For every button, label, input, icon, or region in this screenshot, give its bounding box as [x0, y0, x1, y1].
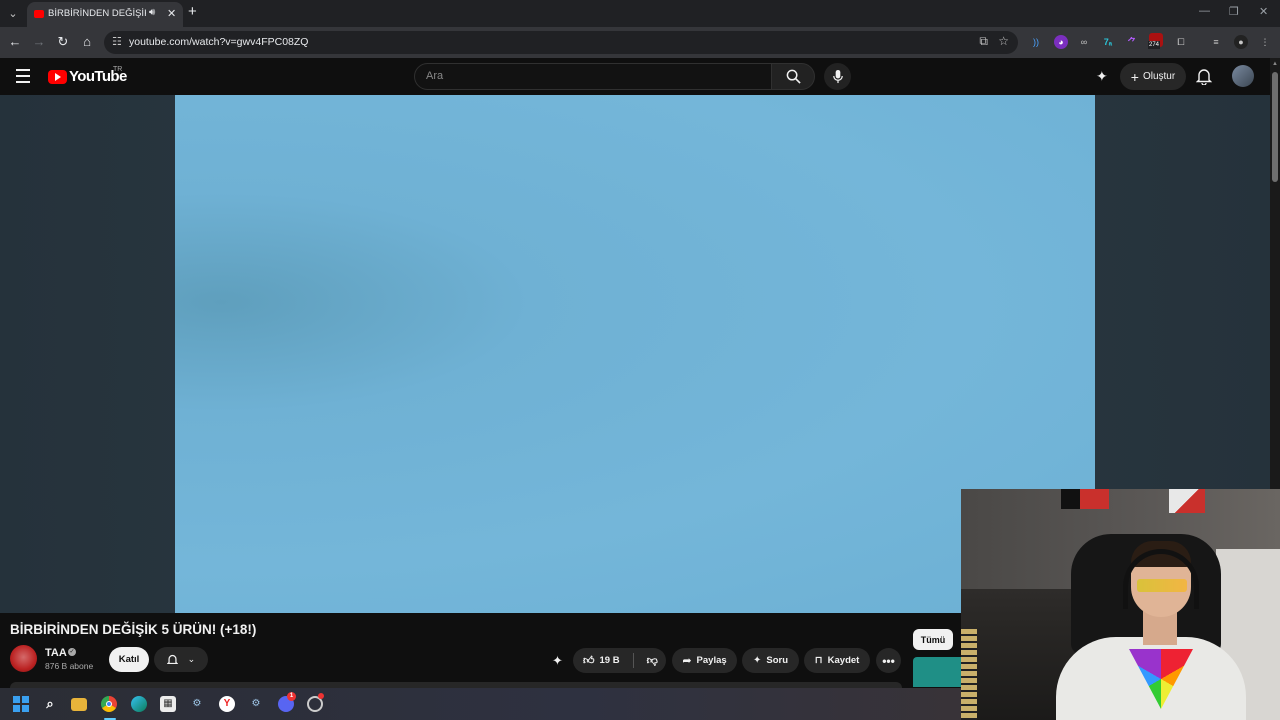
subscriber-count: 876 B abone — [45, 661, 94, 671]
forward-icon[interactable]: → — [30, 34, 48, 49]
save-label: Kaydet — [827, 655, 860, 666]
yandex-icon[interactable]: Y — [219, 696, 235, 712]
tab-search-button[interactable]: ⌄ — [4, 4, 22, 22]
webcam-overlay — [961, 489, 1280, 720]
dislike-button[interactable]: 👎︎ — [647, 654, 658, 667]
channel-name[interactable]: TAA — [45, 647, 67, 659]
search-button[interactable] — [771, 63, 815, 90]
new-tab-button[interactable]: + — [188, 4, 197, 20]
plus-icon: + — [1130, 68, 1139, 85]
window-close-icon[interactable]: ✕ — [1259, 5, 1268, 18]
extension-badge-icon[interactable]: 274 — [1148, 33, 1163, 49]
tab-close-icon[interactable]: ✕ — [167, 7, 176, 20]
address-bar[interactable]: ☷ youtube.com/watch?v=gwv4FPC08ZQ ⧉ ☆ — [104, 31, 1018, 54]
channel-avatar[interactable] — [10, 645, 37, 672]
youtube-masthead: YouTube TR ✦ + Oluştur — [0, 58, 1270, 95]
subscription-notifications-button[interactable]: ⌄ — [154, 647, 208, 672]
create-button[interactable]: + Oluştur — [1120, 63, 1186, 90]
sparkle-icon: ✦ — [752, 655, 762, 666]
extension-mask-icon[interactable]: ∞ — [1077, 35, 1091, 49]
extensions-puzzle-icon[interactable]: ⧠ — [1174, 35, 1188, 49]
thumbs-up-icon: 👍︎ — [583, 655, 595, 667]
extension-purple-icon[interactable]: ◕ — [1054, 35, 1068, 49]
notifications-bell-icon[interactable] — [1195, 68, 1213, 90]
video-title: BİRBİRİNDEN DEĞİŞİK 5 ÜRÜN! (+18!) — [10, 622, 257, 637]
search-input[interactable] — [426, 70, 756, 82]
ask-ai-spark-icon[interactable]: ✦ — [552, 653, 563, 669]
home-icon[interactable]: ⌂ — [78, 34, 96, 49]
site-info-icon[interactable]: ☷ — [112, 35, 122, 48]
microphone-icon — [832, 69, 843, 84]
chevron-down-icon: ⌄ — [187, 654, 196, 664]
extension-twitch-icon[interactable]: ⺈ — [1125, 35, 1139, 49]
back-icon[interactable]: ← — [6, 34, 24, 49]
like-count: 19 B — [599, 655, 620, 666]
video-player[interactable] — [175, 95, 1095, 613]
discord-notification-badge: 1 — [287, 692, 296, 701]
share-arrow-icon: ➦ — [682, 655, 692, 667]
youtube-favicon-icon — [34, 10, 44, 18]
windows-start-icon[interactable] — [13, 696, 29, 712]
more-actions-button[interactable]: ••• — [876, 648, 901, 673]
browser-menu-icon[interactable]: ⋮ — [1258, 35, 1272, 49]
share-label: Paylaş — [696, 655, 727, 666]
ask-label: Soru — [766, 655, 789, 666]
extension-badge-count: 274 — [1148, 41, 1161, 49]
search-icon[interactable]: ⌕ — [42, 696, 58, 712]
thumbs-down-icon: 👎︎ — [646, 655, 658, 667]
scrollbar-thumb[interactable] — [1272, 72, 1278, 182]
ask-ai-icon[interactable]: ✦ — [1096, 68, 1108, 85]
windows-taskbar: ⌕ ▦ ⚙ Y ⚙ 1 — [0, 688, 961, 720]
maximize-icon[interactable]: ❐ — [1229, 5, 1239, 18]
join-button[interactable]: Katıl — [109, 647, 149, 672]
ask-button[interactable]: ✦ Soru — [742, 648, 799, 673]
bookmark-star-icon[interactable]: ☆ — [998, 34, 1009, 48]
extension-sound-icon[interactable]: )) — [1029, 35, 1043, 49]
app-circle-icon[interactable] — [307, 693, 324, 712]
voice-search-button[interactable] — [824, 63, 851, 90]
search-box[interactable] — [414, 63, 772, 90]
minimize-icon[interactable]: — — [1199, 5, 1210, 17]
browser-tab-strip: ⌄ BİRBİRİNDEN DEĞİŞİK 5 ÜRÜN! (+18!) - Y… — [0, 0, 1280, 27]
speaker-icon[interactable]: 🔊︎ — [149, 7, 155, 18]
media-control-icon[interactable]: ≡ — [1209, 35, 1223, 49]
filter-chip-all[interactable]: Tümü — [913, 629, 953, 650]
steam-alt-icon[interactable]: ⚙ — [248, 696, 264, 712]
steam-icon[interactable]: ⚙ — [189, 696, 205, 712]
recommended-video-thumbnail[interactable] — [913, 657, 961, 687]
chrome-icon[interactable] — [101, 696, 117, 712]
save-button[interactable]: ⊓ Kaydet — [804, 648, 870, 673]
bookmark-icon: ⊓ — [814, 655, 823, 666]
like-dislike-group: 👍︎ 19 B 👎︎ — [573, 648, 666, 673]
profile-avatar-icon[interactable]: ● — [1234, 35, 1248, 49]
youtube-logo-icon[interactable] — [48, 70, 67, 84]
file-explorer-icon[interactable] — [71, 698, 87, 711]
browser-tab-active[interactable]: BİRBİRİNDEN DEĞİŞİK 5 ÜRÜN! (+18!) - You… — [27, 2, 183, 27]
webcam-keyboard — [961, 629, 977, 720]
edge-icon[interactable] — [131, 696, 147, 712]
tab-title: BİRBİRİNDEN DEĞİŞİK 5 ÜRÜN! (+18!) - You… — [48, 8, 146, 19]
install-app-icon[interactable]: ⧉ — [979, 34, 988, 49]
extension-translate-icon[interactable]: 7ₐ — [1101, 35, 1115, 49]
webcam-poster — [1061, 489, 1109, 509]
more-horizontal-icon: ••• — [882, 653, 895, 668]
logo-country-code: TR — [113, 66, 123, 73]
hamburger-menu-icon[interactable] — [16, 69, 30, 87]
like-button[interactable]: 👍︎ 19 B — [583, 654, 620, 667]
create-label: Oluştur — [1142, 71, 1176, 82]
bell-icon — [166, 654, 178, 664]
search-icon — [786, 69, 801, 84]
divider — [632, 653, 634, 668]
store-icon[interactable]: ▦ — [160, 696, 176, 712]
account-avatar[interactable] — [1232, 65, 1254, 87]
discord-icon[interactable]: 1 — [278, 692, 296, 712]
url-text[interactable]: youtube.com/watch?v=gwv4FPC08ZQ — [129, 36, 308, 48]
verified-badge-icon: ✓ — [68, 648, 76, 656]
webcam-poster — [1169, 489, 1205, 513]
scroll-up-icon[interactable]: ▲ — [1272, 61, 1278, 67]
share-button[interactable]: ➦ Paylaş — [672, 648, 737, 673]
reload-icon[interactable]: ↻ — [54, 34, 72, 50]
